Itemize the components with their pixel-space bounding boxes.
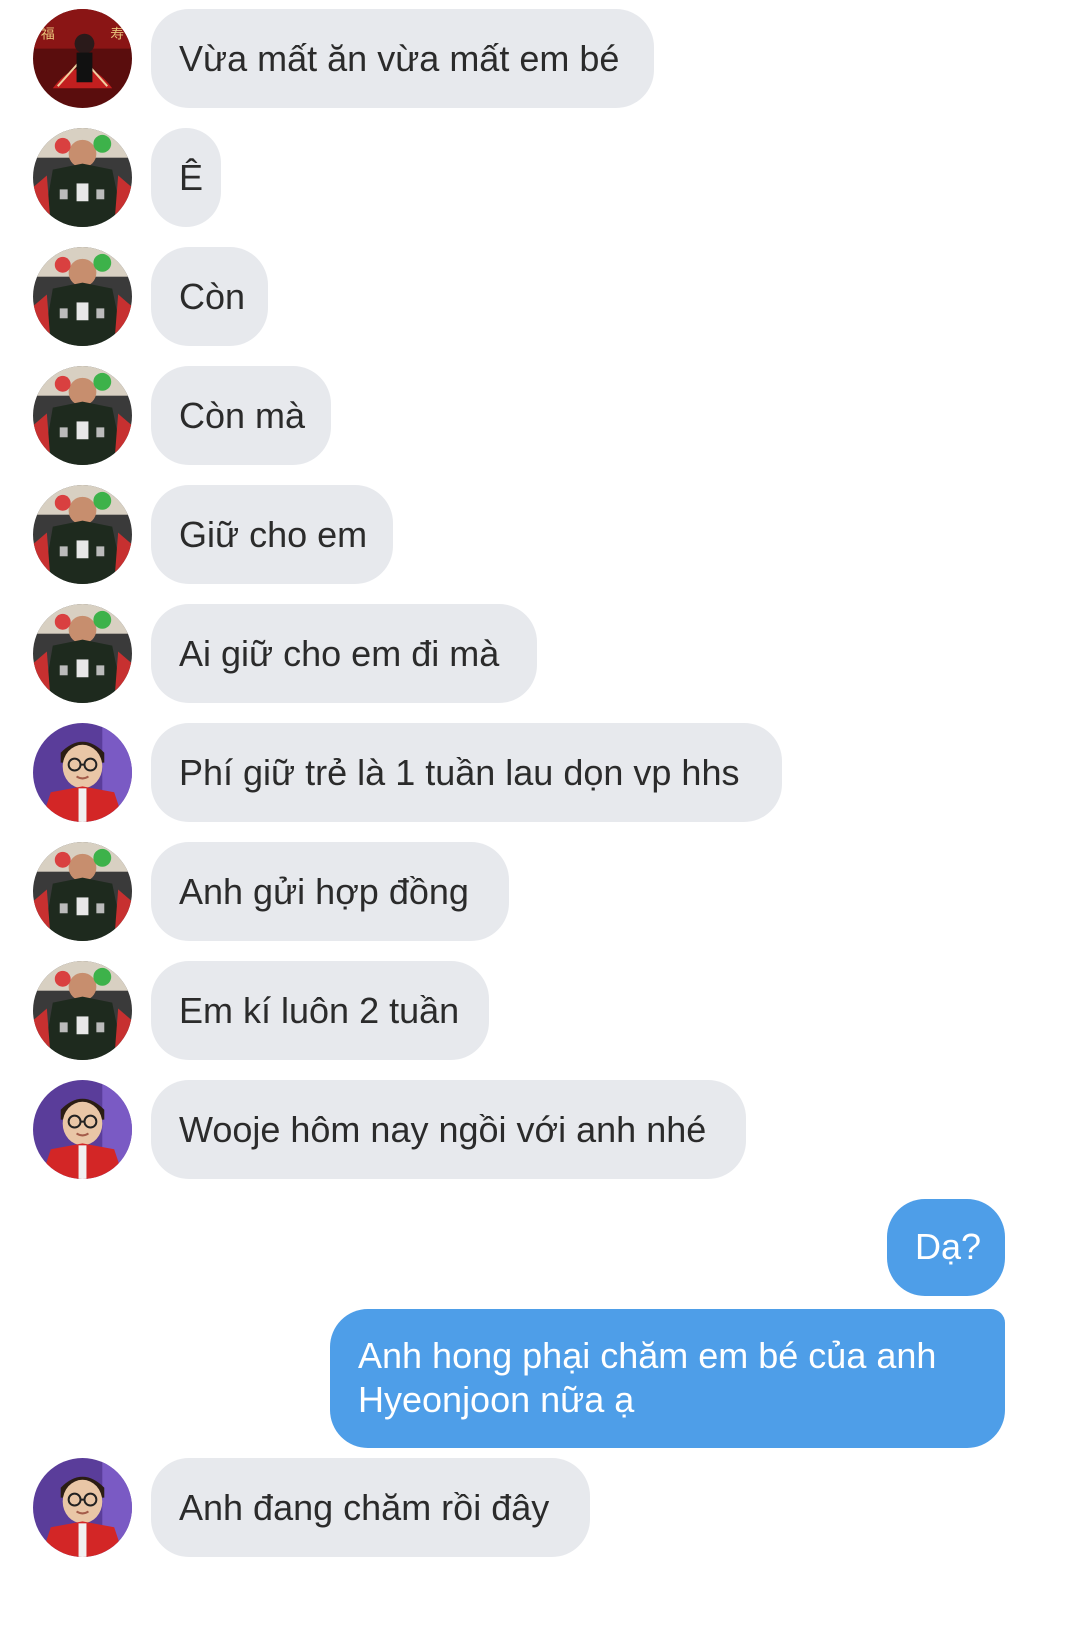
message-text: Dạ? xyxy=(915,1226,982,1267)
message-text: Vừa mất ăn vừa mất em bé xyxy=(179,38,620,79)
jacket-avatar[interactable] xyxy=(33,961,132,1060)
svg-text:寿: 寿 xyxy=(110,26,124,43)
message-text: Wooje hôm nay ngồi với anh nhé xyxy=(179,1109,707,1150)
glasses-avatar[interactable] xyxy=(33,723,132,822)
glasses-avatar[interactable] xyxy=(33,1458,132,1557)
incoming-message-bubble[interactable]: Giữ cho em xyxy=(151,485,393,584)
incoming-message-bubble[interactable]: Ai giữ cho em đi mà xyxy=(151,604,537,703)
jacket-avatar[interactable] xyxy=(33,485,132,584)
message-text: Ê xyxy=(179,157,204,198)
jacket-avatar[interactable] xyxy=(33,366,132,465)
message-text: Anh đang chăm rồi đây xyxy=(179,1487,550,1528)
jacket-avatar[interactable] xyxy=(33,604,132,703)
red-fan-avatar[interactable]: 福 寿 xyxy=(33,9,132,108)
message-text: Còn xyxy=(179,276,246,317)
incoming-message-bubble[interactable]: Còn xyxy=(151,247,268,346)
outgoing-message-bubble[interactable]: Anh hong phại chăm em bé của anh Hyeonjo… xyxy=(330,1309,1005,1448)
incoming-message-bubble[interactable]: Vừa mất ăn vừa mất em bé xyxy=(151,9,654,108)
incoming-message-bubble[interactable]: Em kí luôn 2 tuần xyxy=(151,961,489,1060)
jacket-avatar[interactable] xyxy=(33,842,132,941)
incoming-message-bubble[interactable]: Ê xyxy=(151,128,221,227)
message-text: Còn mà xyxy=(179,395,306,436)
message-text: Em kí luôn 2 tuần xyxy=(179,990,460,1031)
message-text: Giữ cho em xyxy=(179,514,368,555)
glasses-avatar[interactable] xyxy=(33,1080,132,1179)
jacket-avatar[interactable] xyxy=(33,128,132,227)
jacket-avatar[interactable] xyxy=(33,247,132,346)
incoming-message-bubble[interactable]: Anh đang chăm rồi đây xyxy=(151,1458,590,1557)
message-text: Anh gửi hợp đồng xyxy=(179,871,469,912)
svg-text:福: 福 xyxy=(41,27,55,43)
message-thread: 福 寿 Vừa mất ăn vừa mất em bé Ê Còn Còn m… xyxy=(0,0,1079,1632)
message-text-line: Hyeonjoon nữa ạ xyxy=(358,1379,635,1420)
message-text-line: Anh hong phại chăm em bé của anh xyxy=(358,1335,937,1376)
incoming-message-bubble[interactable]: Còn mà xyxy=(151,366,331,465)
message-text: Ai giữ cho em đi mà xyxy=(179,633,500,674)
message-text: Phí giữ trẻ là 1 tuần lau dọn vp hhs xyxy=(179,752,740,793)
incoming-message-bubble[interactable]: Anh gửi hợp đồng xyxy=(151,842,509,941)
incoming-message-bubble[interactable]: Wooje hôm nay ngồi với anh nhé xyxy=(151,1080,746,1179)
incoming-message-bubble[interactable]: Phí giữ trẻ là 1 tuần lau dọn vp hhs xyxy=(151,723,782,822)
outgoing-message-bubble[interactable]: Dạ? xyxy=(887,1199,1005,1296)
